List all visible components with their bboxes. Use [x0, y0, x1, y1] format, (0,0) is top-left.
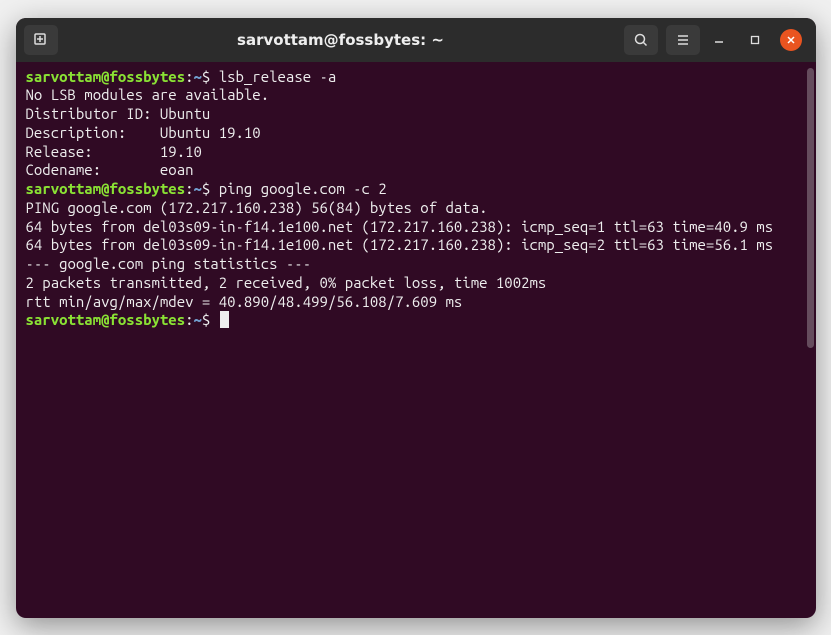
- command-text: ping google.com -c 2: [210, 180, 386, 197]
- terminal-body[interactable]: sarvottam@fossbytes:~$ lsb_release -a No…: [16, 62, 816, 618]
- output-line: rtt min/avg/max/mdev = 40.890/48.499/56.…: [26, 293, 806, 312]
- prompt-sep: :: [185, 180, 193, 197]
- output-line: 2 packets transmitted, 2 received, 0% pa…: [26, 274, 806, 293]
- prompt-sep: :: [185, 311, 193, 328]
- prompt-user: sarvottam@fossbytes: [26, 68, 186, 85]
- output-line: --- google.com ping statistics ---: [26, 255, 806, 274]
- window-controls: [708, 29, 808, 51]
- maximize-icon: [750, 35, 760, 45]
- output-line: 64 bytes from del03s09-in-f14.1e100.net …: [26, 218, 806, 237]
- prompt-path: ~: [194, 68, 202, 85]
- search-button[interactable]: [624, 25, 658, 55]
- new-tab-icon: [33, 32, 49, 48]
- window-title: sarvottam@fossbytes: ~: [66, 31, 616, 49]
- command-text: [210, 311, 218, 328]
- command-text: lsb_release -a: [210, 68, 336, 85]
- output-line: PING google.com (172.217.160.238) 56(84)…: [26, 199, 806, 218]
- prompt-path: ~: [194, 180, 202, 197]
- titlebar: sarvottam@fossbytes: ~: [16, 18, 816, 62]
- search-icon: [633, 32, 649, 48]
- prompt-user: sarvottam@fossbytes: [26, 180, 186, 197]
- output-line: Release: 19.10: [26, 143, 806, 162]
- prompt-sep: :: [185, 68, 193, 85]
- output-line: Codename: eoan: [26, 161, 806, 180]
- prompt-user: sarvottam@fossbytes: [26, 311, 186, 328]
- menu-button[interactable]: [666, 25, 700, 55]
- hamburger-icon: [675, 32, 691, 48]
- output-line: No LSB modules are available.: [26, 86, 806, 105]
- output-line: 64 bytes from del03s09-in-f14.1e100.net …: [26, 236, 806, 255]
- cursor: [220, 311, 229, 328]
- new-tab-button[interactable]: [24, 25, 58, 55]
- prompt-path: ~: [194, 311, 202, 328]
- prompt-line: sarvottam@fossbytes:~$ lsb_release -a: [26, 68, 806, 87]
- output-line: Description: Ubuntu 19.10: [26, 124, 806, 143]
- prompt-line: sarvottam@fossbytes:~$: [26, 311, 806, 330]
- output-line: Distributor ID: Ubuntu: [26, 105, 806, 124]
- close-button[interactable]: [780, 29, 802, 51]
- minimize-icon: [714, 35, 724, 45]
- terminal-window: sarvottam@fossbytes: ~: [16, 18, 816, 618]
- prompt-line: sarvottam@fossbytes:~$ ping google.com -…: [26, 180, 806, 199]
- minimize-button[interactable]: [708, 29, 730, 51]
- maximize-button[interactable]: [744, 29, 766, 51]
- scrollbar[interactable]: [807, 68, 814, 348]
- close-icon: [786, 35, 796, 45]
